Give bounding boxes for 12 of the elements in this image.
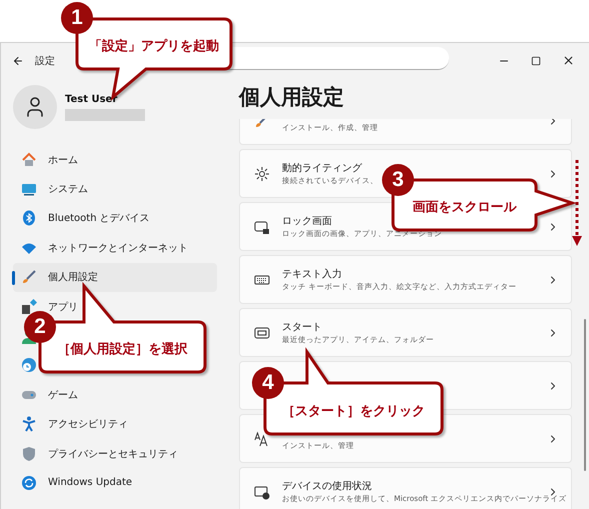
card-title: ロック画面 xyxy=(282,214,332,228)
tooltip-text: 画面をスクロール xyxy=(412,199,516,216)
user-name: Test User xyxy=(65,94,118,104)
window-title: 設定 xyxy=(35,54,55,68)
tooltip-text: 「設定」アプリを起動 xyxy=(89,38,219,55)
card-title: 動的ライティング xyxy=(282,162,362,174)
tooltip-text: ［個人用設定］を選択 xyxy=(58,340,188,358)
step-number-tooltip: 1 xyxy=(61,2,93,34)
card-title: テキスト入力 xyxy=(282,268,342,280)
page-title: 個人用設定 xyxy=(239,84,345,111)
card-title: スタート xyxy=(282,320,322,334)
card-title: デバイスの使用状況 xyxy=(282,480,372,492)
